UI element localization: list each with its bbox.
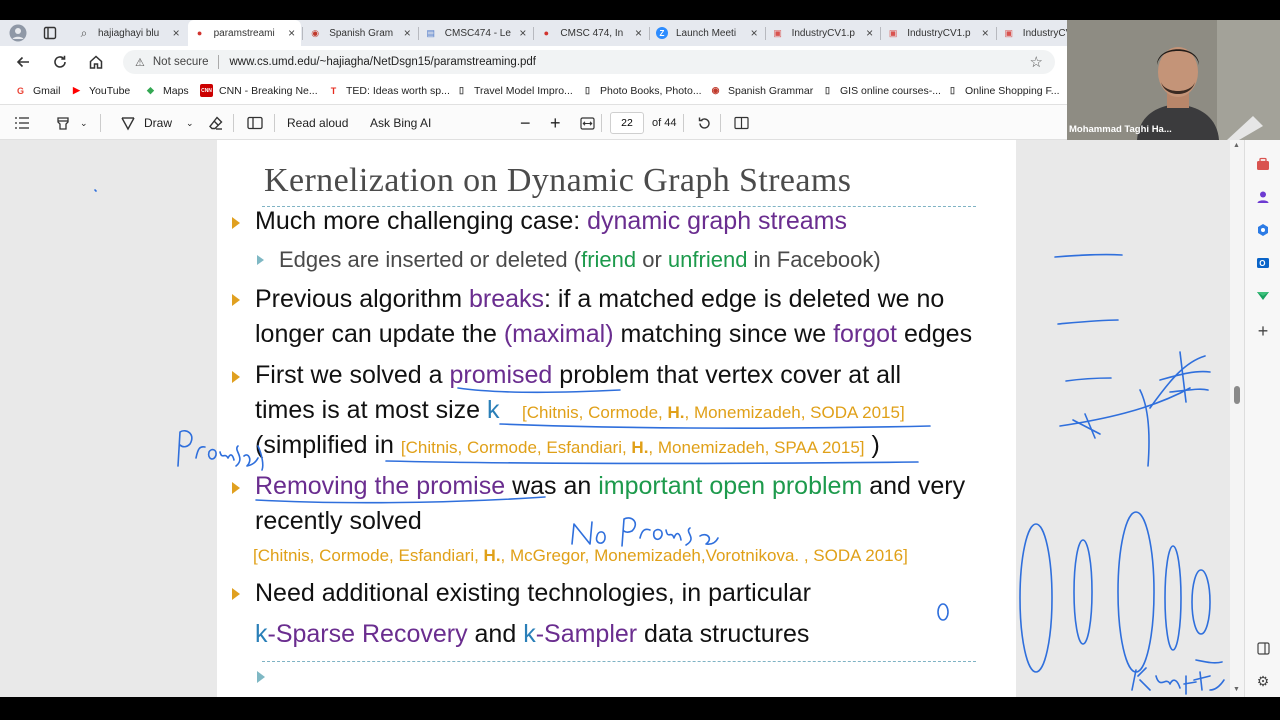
ink-underline xyxy=(385,460,919,465)
ink-annotations xyxy=(94,189,1225,695)
ink-underline xyxy=(255,496,546,504)
ink-underline xyxy=(499,423,931,429)
screen: ⌕ hajiaghayi blu × ● paramstreami × ◉ Spanish G… xyxy=(0,0,1280,720)
ink-underline xyxy=(457,387,621,394)
slide: Kernelization on Dynamic Graph Streams M… xyxy=(0,0,1280,720)
